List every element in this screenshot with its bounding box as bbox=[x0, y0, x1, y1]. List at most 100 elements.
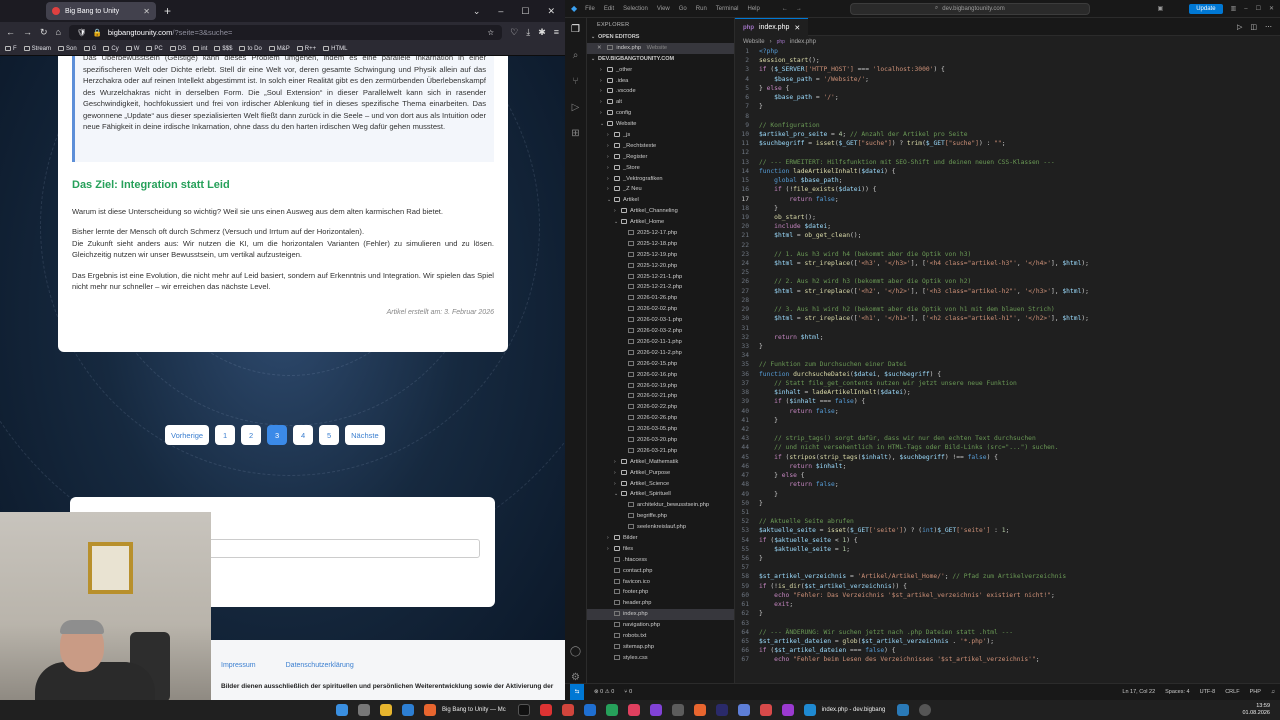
code-line[interactable]: 58 $st_artikel_verzeichnis = 'Artikel/Art… bbox=[735, 572, 1280, 581]
tree-folder-item[interactable]: › Artikel_Purpose bbox=[587, 468, 734, 479]
maximize-icon[interactable]: ☐ bbox=[521, 6, 529, 17]
language-mode[interactable]: PHP bbox=[1250, 689, 1261, 695]
code-line[interactable]: 31 bbox=[735, 324, 1280, 333]
open-editor-item[interactable]: ✕ index.php Website bbox=[587, 42, 734, 54]
tree-file-item[interactable]: header.php bbox=[587, 598, 734, 609]
app-icon[interactable] bbox=[715, 704, 728, 716]
bookmark-item[interactable]: G bbox=[83, 46, 96, 52]
store-icon[interactable] bbox=[402, 704, 414, 716]
home-icon[interactable]: ⌂ bbox=[56, 27, 61, 37]
menu-item-help[interactable]: Help bbox=[747, 6, 759, 12]
tree-folder-item[interactable]: › _Store bbox=[587, 163, 734, 174]
url-bar[interactable]: 🛡 🔒 bigbangtounity.com/?seite=3&suche= ☆ bbox=[68, 24, 503, 40]
downloads-icon[interactable]: ⤓ bbox=[526, 27, 530, 38]
taskbar-browser-app[interactable]: Big Bang to Unity — Mc bbox=[424, 704, 506, 716]
code-line[interactable]: 38 $inhalt = ladeArtikelInhalt($datei); bbox=[735, 388, 1280, 397]
tree-folder-item[interactable]: › .vscode bbox=[587, 86, 734, 97]
split-editor-icon[interactable]: ◫ bbox=[1250, 23, 1257, 31]
code-line[interactable]: 9 // Konfiguration bbox=[735, 121, 1280, 130]
bookmark-item[interactable]: W bbox=[125, 46, 139, 52]
code-line[interactable]: 55 $aktuelle_seite = 1; bbox=[735, 545, 1280, 554]
app-icon[interactable] bbox=[627, 704, 640, 716]
code-line[interactable]: 33} bbox=[735, 342, 1280, 351]
tree-folder-item[interactable]: › _Vektrografiken bbox=[587, 174, 734, 185]
star-icon[interactable]: ☆ bbox=[487, 28, 494, 37]
line-ending[interactable]: CRLF bbox=[1225, 689, 1239, 695]
settings-gear-icon[interactable]: ⚙ bbox=[571, 672, 580, 683]
tree-file-item[interactable]: index.php bbox=[587, 609, 734, 621]
code-line[interactable]: 51 bbox=[735, 508, 1280, 517]
run-icon[interactable]: ▷ bbox=[1237, 23, 1242, 31]
code-line[interactable]: 20 include $datei; bbox=[735, 222, 1280, 231]
run-debug-icon[interactable]: ▷ bbox=[572, 102, 580, 113]
tree-file-item[interactable]: architektur_bewusstsein.php bbox=[587, 500, 734, 511]
code-line[interactable]: 54 if ($aktuelle_seite < 1) { bbox=[735, 536, 1280, 545]
tree-folder-item[interactable]: ⌄ Artikel_Spirituell bbox=[587, 489, 734, 500]
tree-folder-item[interactable]: › Artikel_Mathematik bbox=[587, 457, 734, 468]
bookmark-item[interactable]: to Do bbox=[239, 46, 262, 52]
code-line[interactable]: 27 $html = str_ireplace(['<h2', '</h2>']… bbox=[735, 287, 1280, 296]
new-tab-icon[interactable]: + bbox=[164, 4, 171, 18]
tree-file-item[interactable]: begriffe.php bbox=[587, 511, 734, 522]
tree-folder-item[interactable]: › Artikel_Science bbox=[587, 479, 734, 490]
page-button-1[interactable]: 1 bbox=[215, 425, 236, 445]
account-icon[interactable]: ◯ bbox=[570, 646, 581, 657]
bookmark-item[interactable]: $$$ bbox=[214, 46, 232, 52]
menu-item-selection[interactable]: Selection bbox=[623, 6, 648, 12]
code-line[interactable]: 8 bbox=[735, 112, 1280, 121]
search-icon[interactable]: ⌕ bbox=[573, 50, 579, 61]
page-button-5[interactable]: 5 bbox=[319, 425, 340, 445]
extensions-icon[interactable]: ⊞ bbox=[571, 128, 579, 139]
tree-file-item[interactable]: 2026-02-11-1.php bbox=[587, 337, 734, 348]
tree-file-item[interactable]: 2026-02-02.php bbox=[587, 304, 734, 315]
bookmark-item[interactable]: R++ bbox=[296, 46, 316, 52]
close-window-icon[interactable]: ✕ bbox=[1269, 5, 1274, 12]
code-line[interactable]: 56} bbox=[735, 554, 1280, 563]
cursor-position[interactable]: Ln 17, Col 22 bbox=[1122, 689, 1155, 695]
tree-folder-item[interactable]: › Bilder bbox=[587, 533, 734, 544]
code-line[interactable]: 47 } else { bbox=[735, 471, 1280, 480]
app-icon[interactable] bbox=[539, 704, 552, 716]
close-icon[interactable]: ✕ bbox=[597, 45, 602, 51]
tree-folder-item[interactable]: › alt bbox=[587, 97, 734, 108]
code-line[interactable]: 41 } bbox=[735, 416, 1280, 425]
code-line[interactable]: 12 bbox=[735, 148, 1280, 157]
extensions-icon[interactable]: ✱ bbox=[538, 27, 546, 38]
code-line[interactable]: 57 bbox=[735, 563, 1280, 572]
tree-file-item[interactable]: seelenkreislauf.php bbox=[587, 522, 734, 533]
impressum-link[interactable]: Impressum bbox=[221, 662, 256, 669]
close-window-icon[interactable]: ✕ bbox=[547, 6, 555, 17]
explorer-icon[interactable]: ❐ bbox=[571, 24, 580, 35]
bookmark-item[interactable]: HTML bbox=[323, 46, 347, 52]
code-line[interactable]: 1 <?php bbox=[735, 47, 1280, 56]
tree-file-item[interactable]: 2025-12-21-1.php bbox=[587, 272, 734, 283]
code-line[interactable]: 19 ob_start(); bbox=[735, 213, 1280, 222]
start-icon[interactable] bbox=[336, 704, 348, 716]
tree-file-item[interactable]: 2026-02-26.php bbox=[587, 413, 734, 424]
bookmark-item[interactable]: Son bbox=[58, 46, 77, 52]
tree-file-item[interactable]: 2026-03-21.php bbox=[587, 446, 734, 457]
minimize-icon[interactable]: – bbox=[498, 6, 503, 17]
tree-file-item[interactable]: 2026-03-20.php bbox=[587, 435, 734, 446]
code-line[interactable]: 26 // 2. Aus h2 wird h3 (bekommt aber di… bbox=[735, 277, 1280, 286]
tree-folder-item[interactable]: › .idea bbox=[587, 76, 734, 87]
tree-file-item[interactable]: styles.css bbox=[587, 653, 734, 664]
code-line[interactable]: 17 return false; bbox=[735, 195, 1280, 204]
code-line[interactable]: 52 // Aktuelle Seite abrufen bbox=[735, 517, 1280, 526]
menu-icon[interactable]: ≡ bbox=[554, 27, 559, 37]
ports-icon[interactable]: ⑂ 0 bbox=[624, 689, 632, 695]
code-line[interactable]: 66 if ($st_artikel_dateien === false) { bbox=[735, 646, 1280, 655]
code-line[interactable]: 10 $artikel_pro_seite = 4; // Anzahl der … bbox=[735, 130, 1280, 139]
tree-file-item[interactable]: 2026-03-05.php bbox=[587, 424, 734, 435]
tree-folder-item[interactable]: › _Z Neu bbox=[587, 184, 734, 195]
tree-file-item[interactable]: favicon.ico bbox=[587, 577, 734, 588]
tree-folder-item[interactable]: › _other bbox=[587, 65, 734, 76]
privacy-link[interactable]: Datenschutzerklärung bbox=[286, 662, 354, 669]
tree-folder-item[interactable]: ⌄ Artikel bbox=[587, 195, 734, 206]
menu-item-edit[interactable]: Edit bbox=[604, 6, 614, 12]
code-line[interactable]: 63 bbox=[735, 619, 1280, 628]
command-center[interactable]: ⌕ dev.bigbangtounity.com bbox=[849, 2, 1090, 15]
code-line[interactable]: 14 function ladeArtikelInhalt($datei) { bbox=[735, 167, 1280, 176]
code-line[interactable]: 61 exit; bbox=[735, 600, 1280, 609]
tree-file-item[interactable]: navigation.php bbox=[587, 620, 734, 631]
